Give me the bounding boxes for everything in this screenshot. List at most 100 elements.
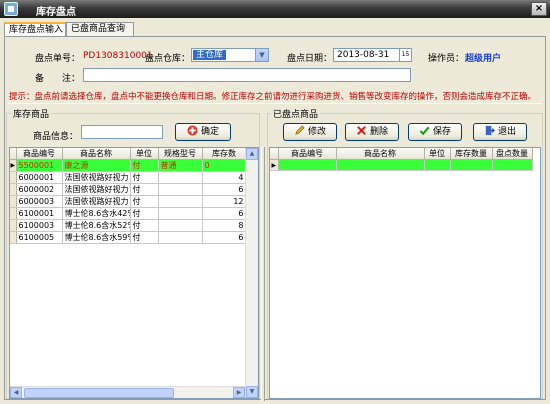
tab-counted-query[interactable]: 已盘商品查询 bbox=[66, 22, 134, 36]
close-button[interactable]: × bbox=[531, 2, 547, 16]
delete-button[interactable]: 删除 bbox=[345, 123, 399, 141]
cell-unit bbox=[424, 159, 451, 171]
table-row[interactable]: 6100003 博士伦8.6含水52% 付 8 bbox=[10, 219, 247, 232]
remark-field[interactable] bbox=[83, 68, 411, 82]
confirm-button[interactable]: 确定 bbox=[175, 123, 231, 141]
table-row[interactable]: ▶ bbox=[270, 159, 533, 171]
counted-goods-title: 已盘点商品 bbox=[271, 107, 321, 120]
cell-code: 6000002 bbox=[16, 183, 63, 196]
column-header[interactable]: 商品名称 bbox=[62, 148, 131, 160]
vertical-scrollbar[interactable]: ▲ ▼ bbox=[245, 148, 258, 398]
calendar-icon[interactable]: 15 bbox=[399, 49, 411, 61]
cell-spec bbox=[158, 171, 203, 184]
table-row[interactable]: ▶ 5500001 康之源 付 普通 0 bbox=[10, 159, 247, 172]
warehouse-selected-value: 主仓库 bbox=[193, 50, 227, 60]
cell-name: 博士伦8.6含水59% bbox=[62, 231, 131, 244]
cell-name: 博士伦8.6含水52% bbox=[62, 219, 131, 232]
table-row[interactable]: 6000003 法国依视路好视力 付 12 bbox=[10, 195, 247, 208]
cell-qty: 6 bbox=[202, 231, 247, 244]
row-indicator-header bbox=[270, 148, 279, 160]
column-header[interactable]: 库存数 bbox=[202, 148, 247, 160]
order-no-value: PD1308310001 bbox=[83, 51, 153, 61]
cell-code: 6100001 bbox=[16, 207, 63, 220]
cell-code: 6000001 bbox=[16, 171, 63, 184]
cell-code: 5500001 bbox=[16, 159, 63, 172]
cell-name: 法国依视路好视力 bbox=[62, 183, 131, 196]
tab-stock-input[interactable]: 库存盘点输入 bbox=[4, 22, 66, 37]
cell-spec bbox=[158, 207, 203, 220]
app-icon bbox=[4, 2, 18, 16]
warehouse-select[interactable]: 主仓库 ▼ bbox=[191, 48, 269, 62]
scroll-up-icon[interactable]: ▲ bbox=[246, 148, 258, 160]
column-header[interactable]: 规格型号 bbox=[158, 148, 203, 160]
table-row[interactable]: 6100005 博士伦8.6含水59% 付 6 bbox=[10, 231, 247, 244]
column-header[interactable]: 盘点数量 bbox=[492, 148, 533, 160]
column-header[interactable]: 单位 bbox=[424, 148, 451, 160]
operator-value: 超级用户 bbox=[465, 54, 502, 64]
divider bbox=[8, 103, 542, 104]
column-header[interactable]: 商品编号 bbox=[278, 148, 337, 160]
stock-goods-grid[interactable]: 商品编号 商品名称 单位 规格型号 库存数 ▶ 5500001 康之源 付 普通… bbox=[9, 147, 259, 399]
cell-qty: 12 bbox=[202, 195, 247, 208]
cell-name: 康之源 bbox=[62, 159, 131, 172]
date-value: 2013-08-31 bbox=[337, 50, 390, 60]
cell-unit: 付 bbox=[130, 171, 159, 184]
cell-unit: 付 bbox=[130, 159, 159, 172]
cell-spec bbox=[158, 231, 203, 244]
cell-spec bbox=[158, 219, 203, 232]
table-row[interactable]: 6100001 博士伦8.6含水42% 付 6 bbox=[10, 207, 247, 220]
tab-panel: 盘点单号： PD1308310001 盘点仓库： 主仓库 ▼ 盘点日期： 201… bbox=[4, 36, 546, 401]
cell-code: 6100005 bbox=[16, 231, 63, 244]
exit-button-label: 退出 bbox=[497, 127, 516, 137]
exit-door-icon bbox=[485, 125, 495, 136]
column-header[interactable]: 商品编号 bbox=[16, 148, 63, 160]
cell-count-qty bbox=[492, 159, 533, 171]
order-no-label: 盘点单号： bbox=[35, 54, 81, 64]
cell-qty: 0 bbox=[202, 159, 247, 172]
confirm-button-label: 确定 bbox=[200, 127, 219, 137]
edit-button[interactable]: 修改 bbox=[283, 123, 337, 141]
goods-info-label: 商品信息： bbox=[33, 132, 79, 142]
column-header[interactable]: 库存数量 bbox=[450, 148, 493, 160]
cell-unit: 付 bbox=[130, 183, 159, 196]
table-row[interactable]: 6000001 法国依视路好视力 付 4 bbox=[10, 171, 247, 184]
delete-button-label: 删除 bbox=[369, 127, 388, 137]
cell-qty: 4 bbox=[202, 171, 247, 184]
panel-splitter[interactable] bbox=[261, 147, 265, 401]
cell-qty: 8 bbox=[202, 219, 247, 232]
remark-label: 备 注： bbox=[35, 74, 81, 84]
stock-goods-title: 库存商品 bbox=[11, 107, 52, 120]
chevron-down-icon[interactable]: ▼ bbox=[255, 49, 268, 61]
column-header[interactable]: 商品名称 bbox=[336, 148, 425, 160]
table-row[interactable]: 6000002 法国依视路好视力 付 6 bbox=[10, 183, 247, 196]
cell-code bbox=[278, 159, 337, 171]
edit-button-label: 修改 bbox=[307, 127, 326, 137]
scroll-right-icon[interactable]: ▶ bbox=[233, 387, 245, 398]
save-button[interactable]: 保存 bbox=[408, 123, 462, 141]
cell-name: 博士伦8.6含水42% bbox=[62, 207, 131, 220]
column-header[interactable]: 单位 bbox=[130, 148, 159, 160]
cell-spec: 普通 bbox=[158, 159, 203, 172]
plus-icon bbox=[187, 125, 198, 136]
operator-label: 操作员： bbox=[428, 54, 465, 64]
cell-unit: 付 bbox=[130, 207, 159, 220]
counted-goods-grid[interactable]: 商品编号 商品名称 单位 库存数量 盘点数量 ▶ bbox=[269, 147, 541, 399]
scroll-down-icon[interactable]: ▼ bbox=[246, 386, 258, 398]
warehouse-label: 盘点仓库： bbox=[145, 54, 191, 64]
goods-info-input[interactable] bbox=[81, 125, 163, 139]
save-button-label: 保存 bbox=[432, 127, 451, 137]
pencil-icon bbox=[295, 125, 305, 135]
notice-text: 提示：盘点前请选择仓库，盘点中不能更换仓库和日期。修正库存之前请勿进行采购进货、… bbox=[9, 92, 537, 102]
cell-code: 6100003 bbox=[16, 219, 63, 232]
cell-qty: 6 bbox=[202, 207, 247, 220]
cell-spec bbox=[158, 183, 203, 196]
date-field[interactable]: 2013-08-31 15 bbox=[333, 48, 412, 62]
horizontal-scrollbar[interactable]: ◀ ▶ bbox=[10, 386, 245, 398]
cell-unit: 付 bbox=[130, 219, 159, 232]
scroll-left-icon[interactable]: ◀ bbox=[10, 387, 22, 398]
row-pointer-icon: ▶ bbox=[270, 159, 279, 171]
exit-button[interactable]: 退出 bbox=[473, 123, 527, 141]
cell-name: 法国依视路好视力 bbox=[62, 195, 131, 208]
title-bar: 库存盘点 × bbox=[0, 0, 550, 18]
scroll-thumb[interactable] bbox=[24, 388, 174, 398]
